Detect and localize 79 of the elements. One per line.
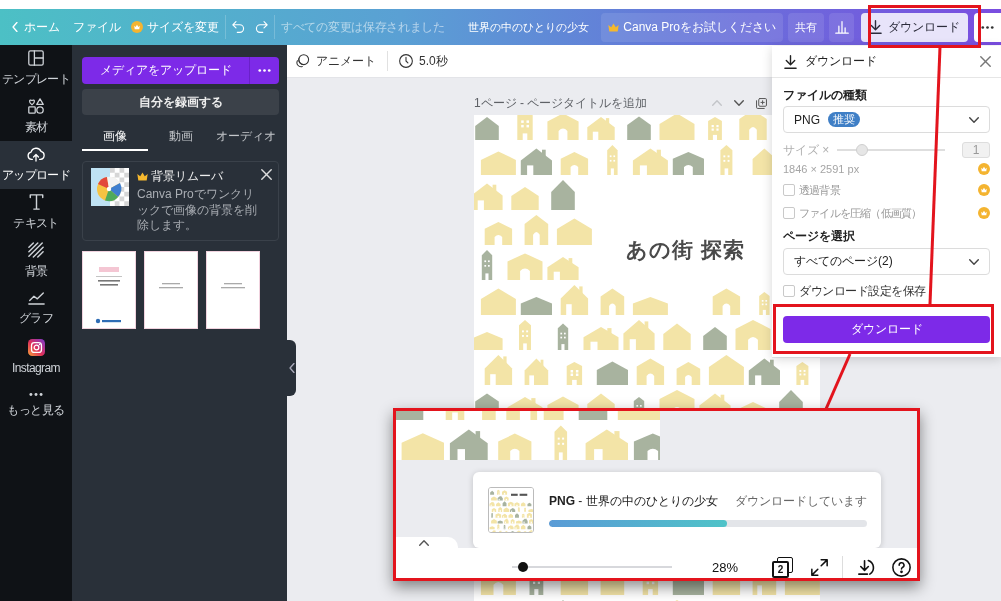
crown-icon — [137, 172, 148, 181]
camera-icon — [27, 339, 45, 356]
document-thumbnail[interactable] — [144, 250, 198, 329]
page-range-dropdown[interactable]: すべてのページ(2) — [783, 248, 990, 275]
pages-drawer-tab[interactable] — [396, 537, 458, 549]
shapes-icon — [28, 98, 44, 114]
collapse-panel-handle[interactable] — [287, 340, 296, 396]
crown-icon — [608, 22, 620, 32]
slider-thumb[interactable] — [518, 562, 528, 572]
file-type-dropdown[interactable]: PNG 推奨 — [783, 106, 990, 133]
share-button[interactable]: 共有 — [788, 12, 824, 42]
download-icon — [869, 20, 882, 34]
chevron-down-icon[interactable] — [734, 100, 744, 106]
sidebar-tab[interactable]: 素材 — [0, 93, 72, 141]
text-icon — [28, 194, 44, 210]
chart-button[interactable] — [829, 12, 854, 42]
layout-icon — [28, 50, 44, 66]
chevron-down-icon — [969, 116, 979, 123]
more-icon — [29, 391, 43, 397]
beach-ball-drawing — [91, 168, 129, 206]
line-chart-icon — [27, 291, 45, 305]
media-tab[interactable]: オーディオ — [213, 123, 279, 151]
option-label: ファイルを圧縮（低画質） — [799, 205, 922, 221]
zoom-percentage: 28% — [712, 559, 739, 575]
document-thumbnail[interactable] — [82, 250, 136, 329]
page-title-field[interactable]: 1ページ - ページタイトルを追加 — [474, 94, 648, 112]
save-status-text: すべての変更は保存されました — [281, 18, 445, 36]
option-label: ダウンロード設定を保存 — [799, 282, 926, 300]
record-button[interactable]: 自分を録画する — [82, 89, 279, 115]
stripes-icon — [28, 242, 44, 258]
download-button[interactable]: ダウンロード — [861, 12, 968, 42]
chevron-left-icon — [288, 363, 295, 373]
more-options-button[interactable] — [249, 57, 279, 84]
close-icon[interactable] — [980, 56, 991, 67]
chevron-up-icon — [419, 540, 429, 546]
sidebar-tab[interactable]: テキスト — [0, 189, 72, 237]
recommended-badge: 推奨 — [828, 112, 860, 127]
chevron-left-icon — [12, 22, 18, 32]
sidebar-tab[interactable]: テンプレート — [0, 45, 72, 93]
chevron-down-icon — [969, 258, 979, 265]
bar-chart-icon — [834, 20, 849, 34]
undo-icon[interactable] — [232, 21, 245, 33]
animate-button[interactable]: アニメート — [296, 52, 376, 70]
promo-description: Canva Proでワンクリックで画像の背景を削除します。 — [137, 187, 258, 234]
size-label: サイズ × — [783, 141, 831, 159]
cloud-upload-icon — [27, 146, 45, 162]
sidebar-tab[interactable]: 背景 — [0, 237, 72, 285]
file-type-label: ファイルの種類 — [783, 89, 868, 102]
more-icon — [981, 24, 994, 30]
download-button[interactable]: ダウンロード — [783, 316, 990, 343]
promo-title: 背景リムーバ — [151, 168, 223, 185]
image-dimensions: 1846 × 2591 px — [783, 163, 860, 175]
redo-icon[interactable] — [255, 21, 268, 33]
sidebar-tab[interactable]: グラフ — [0, 285, 72, 333]
download-icon — [784, 54, 797, 69]
expand-icon[interactable] — [811, 558, 829, 576]
duplicate-page-icon[interactable] — [756, 97, 767, 109]
sidebar-tab[interactable]: Instagram — [0, 333, 72, 381]
clock-icon — [399, 54, 413, 68]
panel-title: ダウンロード — [805, 53, 877, 70]
help-icon[interactable] — [892, 557, 912, 577]
sidebar-tab[interactable]: もっと見る — [0, 381, 72, 429]
crown-icon — [131, 21, 143, 33]
upload-media-button[interactable]: メディアをアップロード — [82, 57, 249, 84]
poster-title: あの街 探索 — [626, 237, 745, 264]
download-status-text: ダウンロードしています — [735, 493, 867, 510]
duration-button[interactable]: 5.0秒 — [399, 52, 448, 70]
page-select-label: ページを選択 — [783, 230, 856, 243]
checkbox[interactable] — [783, 285, 795, 297]
sidebar-tab[interactable]: アップロード — [0, 141, 72, 189]
circles-icon — [296, 54, 310, 68]
design-thumbnail — [488, 487, 534, 533]
media-tab[interactable]: 画像 — [82, 123, 148, 151]
option-label: 透過背景 — [799, 182, 840, 198]
download-icon[interactable] — [856, 557, 876, 577]
document-thumbnail[interactable] — [206, 250, 260, 329]
more-icon — [258, 68, 271, 73]
media-tab[interactable]: 動画 — [147, 123, 214, 151]
download-file-name: PNG - 世界の中のひとりの少女 — [549, 493, 718, 510]
